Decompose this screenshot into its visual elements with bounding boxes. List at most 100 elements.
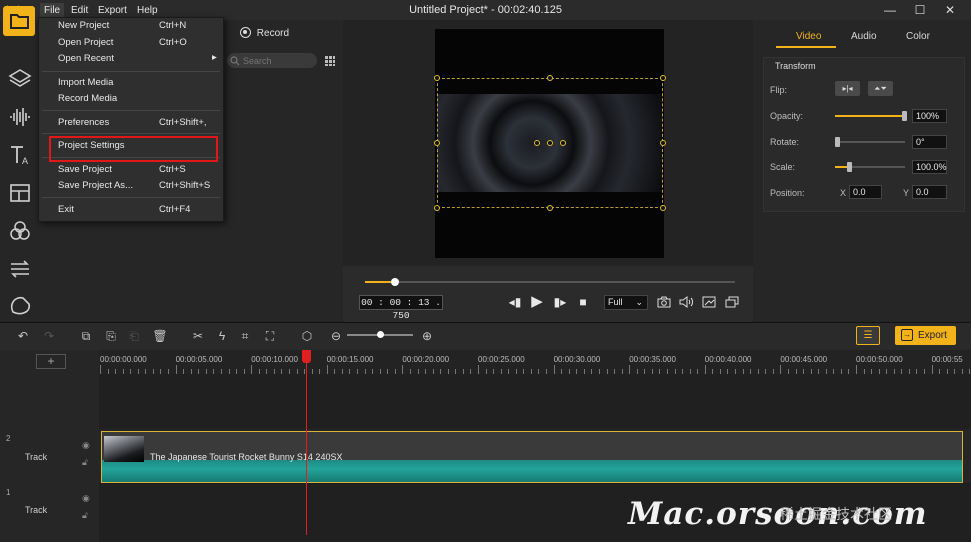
progress-knob[interactable] [390,278,399,286]
templates-icon[interactable] [7,180,33,206]
menu-item-open-project[interactable]: Open Project Ctrl+O [58,37,218,51]
rotate-slider-knob[interactable] [835,137,840,147]
delete-icon[interactable]: 🗑 [152,328,168,344]
fit-screen-icon[interactable] [702,296,716,308]
resize-handle[interactable] [660,75,666,81]
resize-handle[interactable] [434,75,440,81]
search-icon [230,56,240,66]
marker-icon[interactable]: ⬡ [299,328,315,344]
crop-icon[interactable]: ⌗ [237,328,253,344]
resize-handle[interactable] [660,205,666,211]
menu-item-save-project[interactable]: Save Project Ctrl+S [58,164,218,178]
rotate-input[interactable]: 0° [912,135,947,149]
playhead-handle[interactable] [302,350,311,363]
grid-view-icon[interactable] [324,55,336,67]
export-button[interactable]: → Export [895,326,956,345]
undo-icon[interactable]: ↶ [15,328,31,344]
eye-icon[interactable]: ◉ [82,493,90,504]
effects-icon[interactable] [7,218,33,244]
y-label: Y [903,188,910,198]
opacity-input[interactable]: 100% [912,109,947,123]
window-title: Untitled Project* - 00:02:40.125 [409,4,562,16]
settings-list-icon: ☰ [863,330,873,341]
zoom-out-icon[interactable]: ⊖ [328,328,344,344]
position-y-input[interactable]: 0.0 [912,185,947,199]
resize-handle[interactable] [434,140,440,146]
zoom-slider-knob[interactable] [377,331,384,338]
menu-item-label: Open Recent [58,53,114,64]
volume-icon[interactable] [679,296,693,308]
menu-item-save-project-as[interactable]: Save Project As... Ctrl+Shift+S [58,180,218,194]
previous-frame-icon[interactable]: ◂▮ [508,295,522,309]
tab-video[interactable]: Video [796,31,821,42]
menu-item-new-project[interactable]: New Project Ctrl+N [58,20,218,34]
crop-zoom-icon[interactable]: ⧉ [78,328,94,344]
menu-item-record-media[interactable]: Record Media [58,93,218,107]
ruler-tick-mark [856,365,857,374]
audio-wave-icon[interactable] [7,104,33,130]
text-icon[interactable]: A [7,142,33,168]
redo-icon[interactable]: ↷ [41,328,57,344]
split-icon[interactable]: ✂ [190,328,206,344]
lock-icon[interactable]: 🔓︎ [82,457,88,468]
opacity-slider-fill [835,115,905,117]
menu-item-shortcut: Ctrl+F4 [159,204,191,215]
copy-icon[interactable]: ⎘ [103,328,119,344]
ruler-tick-mark [402,365,404,374]
stop-icon[interactable]: ■ [576,295,590,309]
audio-settings-button[interactable]: ☰ [856,326,880,345]
menu-item-import-media[interactable]: Import Media [58,77,218,91]
lock-icon[interactable]: 🔓︎ [82,510,88,521]
scale-input[interactable]: 100.0% [912,160,947,174]
freeze-frame-icon[interactable]: ⛶ [262,328,278,344]
menu-item-exit[interactable]: Exit Ctrl+F4 [58,204,218,218]
snapshot-icon[interactable] [657,296,671,308]
maximize-button[interactable]: ☐ [910,2,930,18]
anchor-handle[interactable] [534,140,540,146]
tab-audio[interactable]: Audio [851,31,877,42]
minimize-button[interactable]: — [880,2,900,18]
track-number: 2 [6,434,11,443]
speed-icon[interactable]: ϟ [214,328,230,344]
resize-handle[interactable] [660,140,666,146]
flip-vertical-button[interactable]: ⏶⏷ [868,81,893,96]
quality-select[interactable]: Full ⌄ [604,295,648,310]
add-track-button[interactable]: + [36,354,66,369]
position-label: Position: [770,188,805,198]
search-input[interactable] [243,55,313,66]
tab-color[interactable]: Color [906,31,930,42]
play-icon[interactable]: ▶ [530,294,544,309]
menu-item-label: Exit [58,204,74,215]
resize-handle[interactable] [547,205,553,211]
resize-handle[interactable] [547,75,553,81]
rotate-slider[interactable] [835,141,905,143]
resize-handle[interactable] [434,205,440,211]
layers-icon[interactable] [7,66,33,92]
zoom-in-icon[interactable]: ⊕ [419,328,435,344]
media-tool-button[interactable] [3,6,35,36]
scale-slider-knob[interactable] [847,162,852,172]
stickers-icon[interactable] [7,292,33,318]
record-button[interactable]: Record [240,27,289,39]
opacity-label: Opacity: [770,111,804,121]
audio-waveform [102,460,962,482]
menu-item-preferences[interactable]: Preferences Ctrl+Shift+, [58,117,218,131]
anchor-handle[interactable] [547,140,553,146]
timecode-display[interactable]: 00 : 00 : 13 . 750 [359,295,443,321]
anchor-handle[interactable] [560,140,566,146]
flip-horizontal-button[interactable]: ▸|◂ [835,81,860,96]
close-button[interactable]: ✕ [940,2,960,18]
menu-item-open-recent[interactable]: Open Recent ▸ [58,52,218,67]
playhead-line[interactable] [306,350,307,535]
paste-icon[interactable]: ⎗ [126,328,142,344]
menu-separator [42,197,220,198]
progress-track[interactable] [365,281,735,283]
eye-icon[interactable]: ◉ [82,440,90,451]
fullscreen-icon[interactable] [725,296,739,308]
next-frame-icon[interactable]: ▮▸ [553,295,567,309]
position-x-input[interactable]: 0.0 [849,185,882,199]
opacity-slider-knob[interactable] [902,111,907,121]
empty-track-lane[interactable] [99,374,971,429]
transitions-icon[interactable] [7,256,33,282]
ruler-tick-mark [175,365,177,374]
